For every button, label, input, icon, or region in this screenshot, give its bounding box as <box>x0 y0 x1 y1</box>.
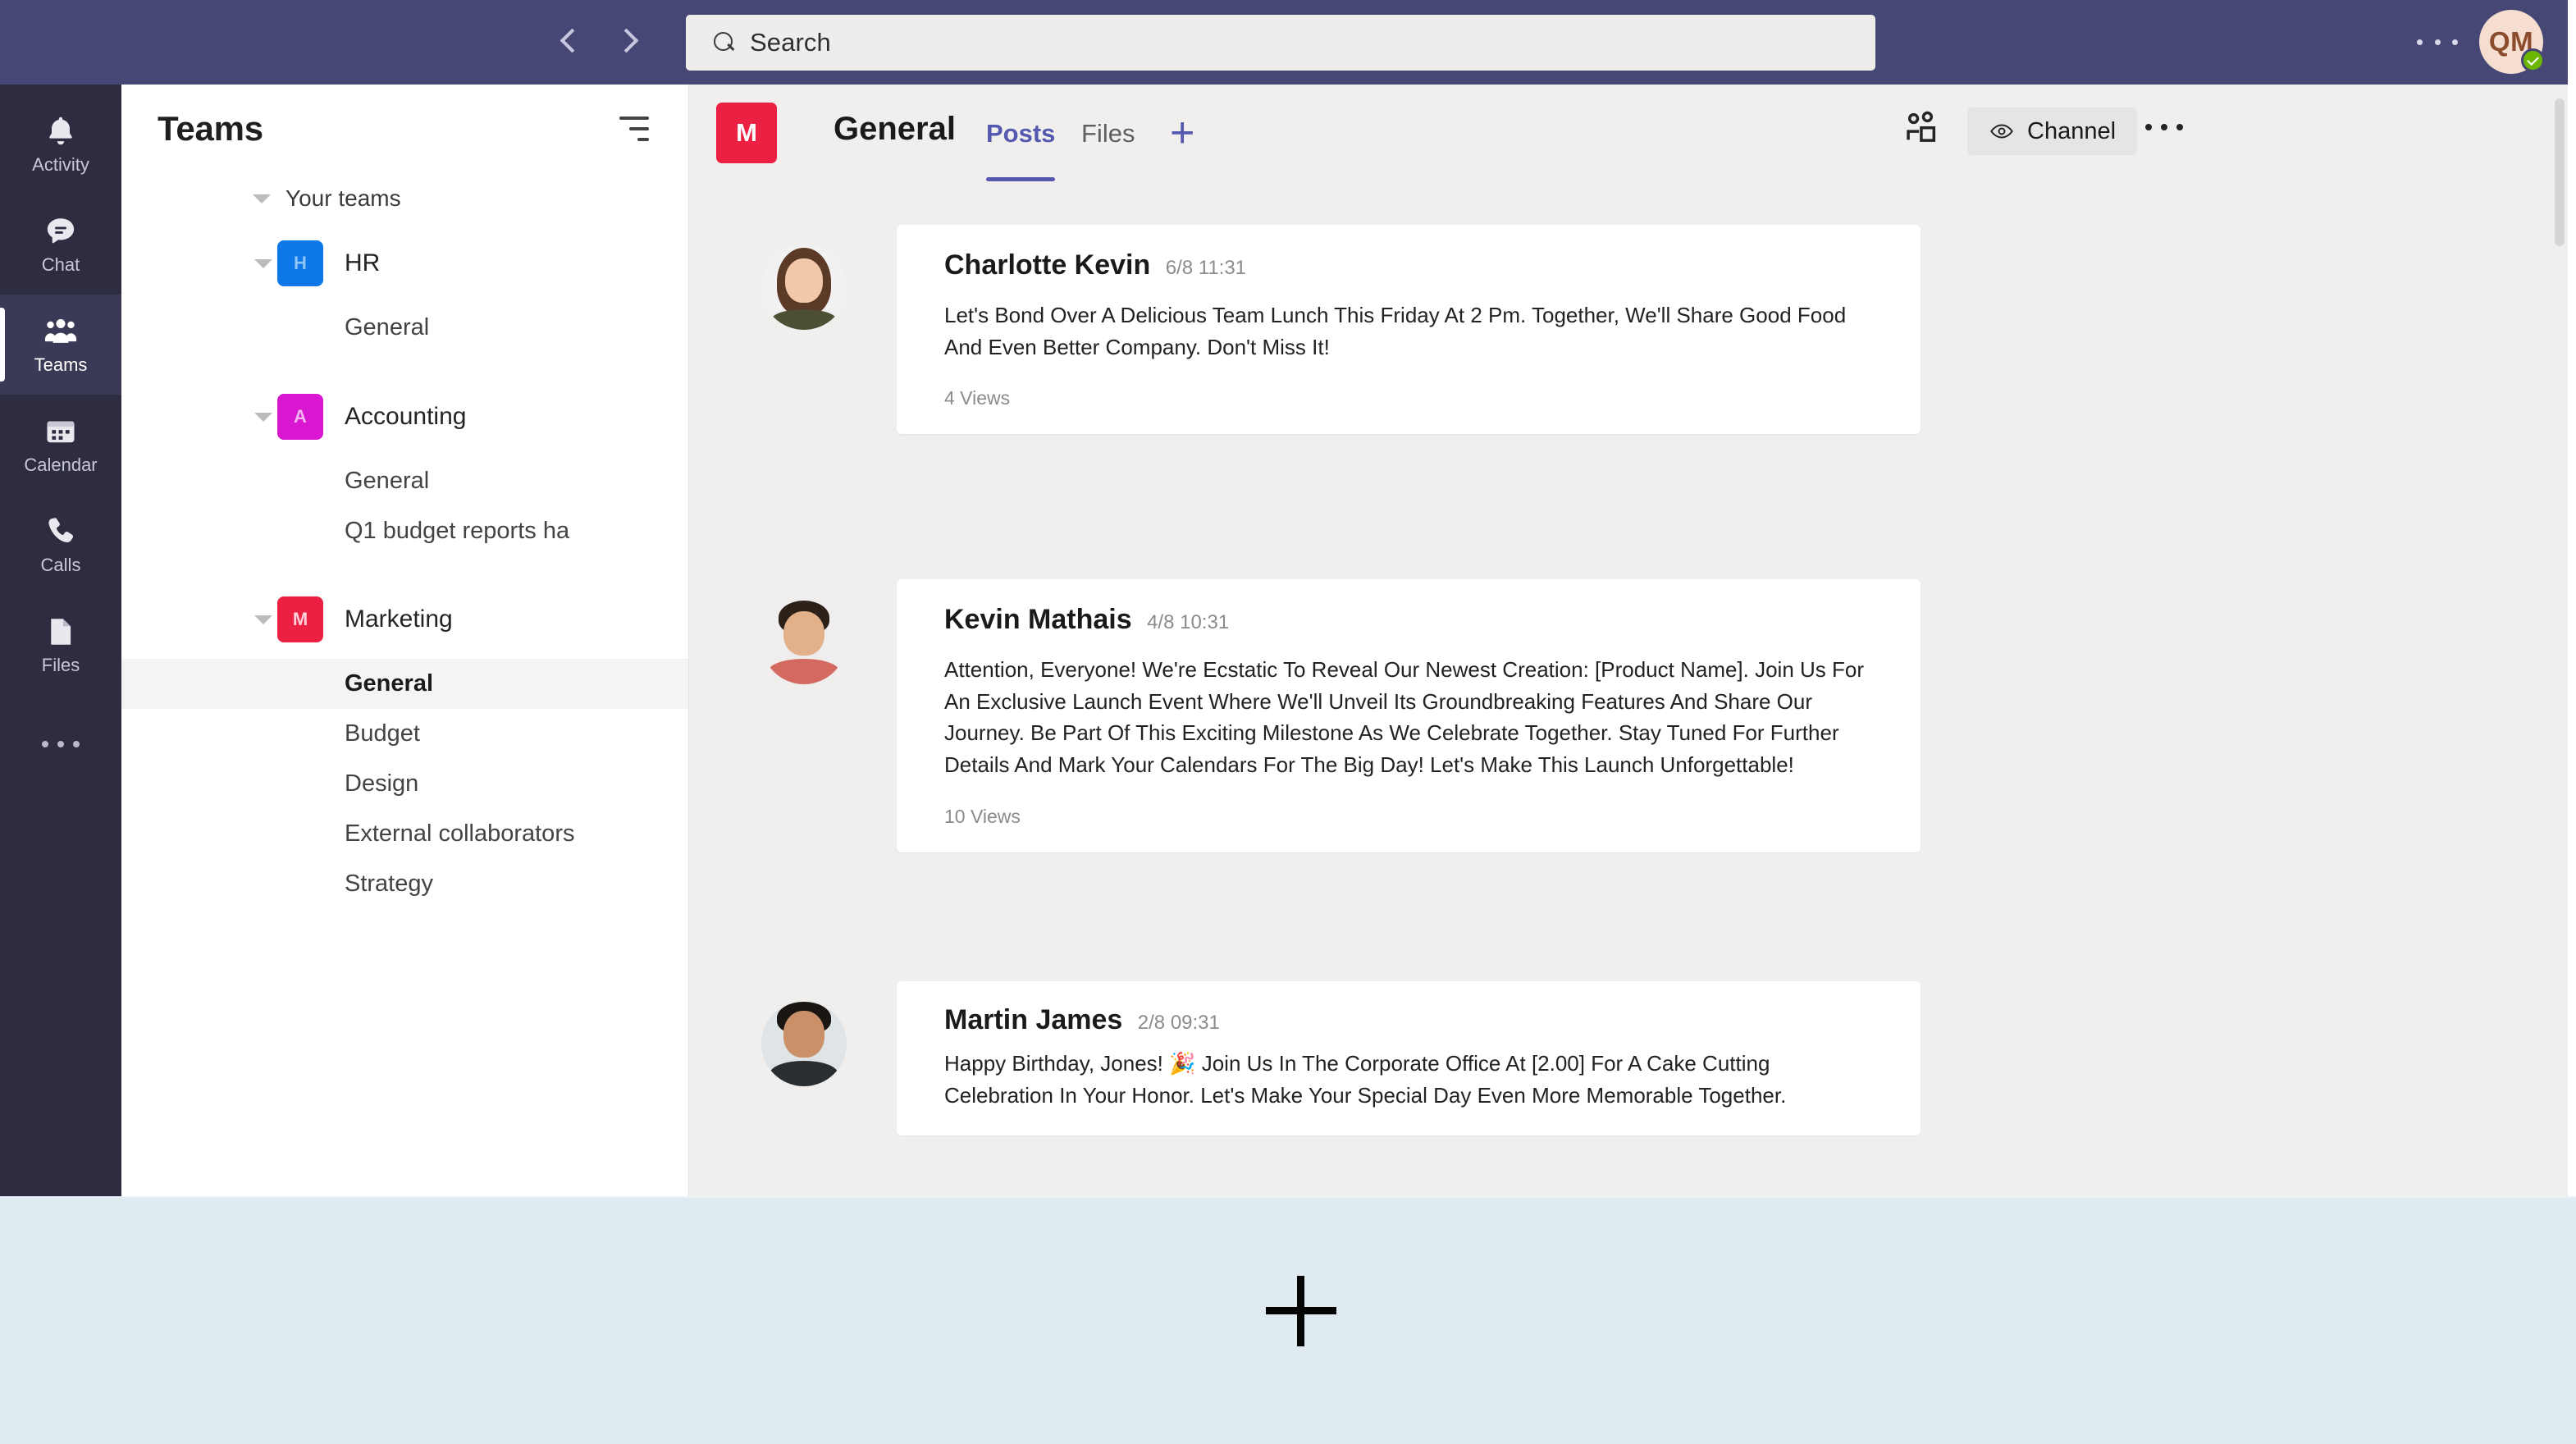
post-author-name: Martin James <box>944 1004 1123 1035</box>
channel-row-marketing-design[interactable]: Design <box>121 759 688 809</box>
back-icon[interactable] <box>560 24 582 62</box>
team-name: Marketing <box>345 605 453 633</box>
charlotte-kevin-avatar <box>761 244 847 330</box>
team-name: HR <box>345 249 381 276</box>
channel-header: M General Posts Files + Channel <box>690 85 2568 187</box>
channel-row-accounting-general[interactable]: General <box>121 456 688 506</box>
team-avatar: M <box>277 596 323 642</box>
people-icon <box>44 318 77 343</box>
rail-item-activity[interactable]: Activity <box>0 94 121 194</box>
channel-row-marketing-external-collaborators[interactable]: External collaborators <box>121 809 688 859</box>
bell-icon <box>49 117 72 145</box>
team-avatar: H <box>277 240 323 286</box>
post-header: Charlotte Kevin 6/8 11:31 <box>944 249 1876 281</box>
filter-icon[interactable] <box>614 117 649 141</box>
navigation-buttons <box>560 24 639 62</box>
post-author-avatar[interactable] <box>761 1001 847 1086</box>
channel-row-accounting-q1-budget[interactable]: Q1 budget reports ha <box>121 506 688 556</box>
post-timestamp: 6/8 11:31 <box>1165 257 1247 279</box>
people-group-icon[interactable] <box>1898 107 1943 153</box>
search-icon <box>714 31 736 54</box>
rail-item-files[interactable]: Files <box>0 595 121 695</box>
channel-visibility-button[interactable]: Channel <box>1967 107 2138 155</box>
teams-app-window: Search QM Activity Chat Teams Calendar C… <box>0 0 2568 1196</box>
team-row-marketing[interactable]: M Marketing <box>121 580 688 659</box>
rail-more-apps-button[interactable] <box>0 703 121 785</box>
channel-team-avatar: M <box>716 103 777 163</box>
rail-item-label: Activity <box>32 154 89 175</box>
tab-posts[interactable]: Posts <box>986 119 1056 181</box>
search-placeholder: Search <box>750 28 831 57</box>
search-input[interactable]: Search <box>686 15 1875 71</box>
sidebar-header: Teams <box>121 85 688 173</box>
channel-title: General <box>834 111 956 147</box>
post-views-count: 10 Views <box>944 805 1021 827</box>
section-label: Your teams <box>285 185 401 211</box>
chevron-down-icon <box>253 194 271 203</box>
posts-feed[interactable]: Charlotte Kevin 6/8 11:31 Let's Bond Ove… <box>690 187 2568 1196</box>
user-avatar[interactable]: QM <box>2479 10 2545 74</box>
file-icon <box>51 619 71 645</box>
kevin-mathais-avatar <box>761 599 847 684</box>
top-bar: Search QM <box>0 0 2568 85</box>
rail-item-calls[interactable]: Calls <box>0 495 121 595</box>
rail-item-label: Calls <box>40 555 81 575</box>
channel-row-marketing-general[interactable]: General <box>121 659 688 709</box>
post-body: Happy Birthday, Jones! 🎉 Join Us In The … <box>944 1051 1787 1108</box>
post-author-avatar[interactable] <box>761 599 847 684</box>
team-avatar: A <box>277 394 323 440</box>
chevron-down-icon[interactable] <box>254 412 272 422</box>
top-more-options-button[interactable] <box>2417 31 2458 53</box>
channel-button-label: Channel <box>2027 117 2117 144</box>
your-teams-section-header[interactable]: Your teams <box>121 173 688 224</box>
app-rail: Activity Chat Teams Calendar Calls Files <box>0 85 121 1196</box>
rail-item-label: Teams <box>34 354 88 375</box>
chat-bubble-icon <box>47 218 75 244</box>
post-author-avatar[interactable] <box>761 244 847 330</box>
post-header: Kevin Mathais 4/8 10:31 <box>944 604 1876 636</box>
post-header: Martin James 2/8 09:31 <box>944 1004 1876 1036</box>
forward-icon[interactable] <box>618 24 639 62</box>
post-timestamp: 4/8 10:31 <box>1147 611 1230 633</box>
phone-icon <box>48 518 74 542</box>
post-card: Kevin Mathais 4/8 10:31 Attention, Every… <box>897 579 1921 852</box>
feed-scrollbar-thumb[interactable] <box>2555 98 2565 246</box>
rail-item-calendar[interactable]: Calendar <box>0 395 121 495</box>
post-body: Attention, Everyone! We're Ecstatic To R… <box>944 657 1865 778</box>
post-author-name: Kevin Mathais <box>944 604 1132 635</box>
channel-row-marketing-strategy[interactable]: Strategy <box>121 859 688 909</box>
tab-files[interactable]: Files <box>1081 119 1135 157</box>
post-body: Let's Bond Over A Delicious Team Lunch T… <box>944 303 1847 359</box>
channel-row-marketing-budget[interactable]: Budget <box>121 709 688 759</box>
post-timestamp: 2/8 09:31 <box>1137 1012 1220 1034</box>
page-title: Teams <box>158 109 263 148</box>
channel-row-hr-general[interactable]: General <box>121 303 688 353</box>
rail-item-label: Calendar <box>24 455 98 475</box>
channel-more-options-button[interactable] <box>2145 119 2183 135</box>
teams-sidebar: Teams Your teams H HR General A Accounti… <box>121 85 689 1196</box>
rail-item-chat[interactable]: Chat <box>0 194 121 295</box>
plus-crosshair-cursor <box>1266 1276 1336 1346</box>
team-row-hr[interactable]: H HR <box>121 224 688 303</box>
martin-james-avatar <box>761 1001 847 1086</box>
post-views-count: 4 Views <box>944 387 1011 409</box>
post-card: Charlotte Kevin 6/8 11:31 Let's Bond Ove… <box>897 225 1921 435</box>
presence-available-icon <box>2521 48 2545 72</box>
chevron-down-icon[interactable] <box>254 258 272 268</box>
team-name: Accounting <box>345 403 467 430</box>
rail-item-label: Files <box>41 655 80 675</box>
team-row-accounting[interactable]: A Accounting <box>121 377 688 456</box>
calendar-icon <box>47 421 75 443</box>
add-tab-button[interactable]: + <box>1170 112 1194 154</box>
post-card: Martin James 2/8 09:31 Happy Birthday, J… <box>897 981 1921 1136</box>
eye-icon <box>1990 124 2013 139</box>
chevron-down-icon[interactable] <box>254 615 272 624</box>
rail-item-label: Chat <box>41 254 80 275</box>
rail-item-teams[interactable]: Teams <box>0 295 121 395</box>
post-author-name: Charlotte Kevin <box>944 249 1151 281</box>
